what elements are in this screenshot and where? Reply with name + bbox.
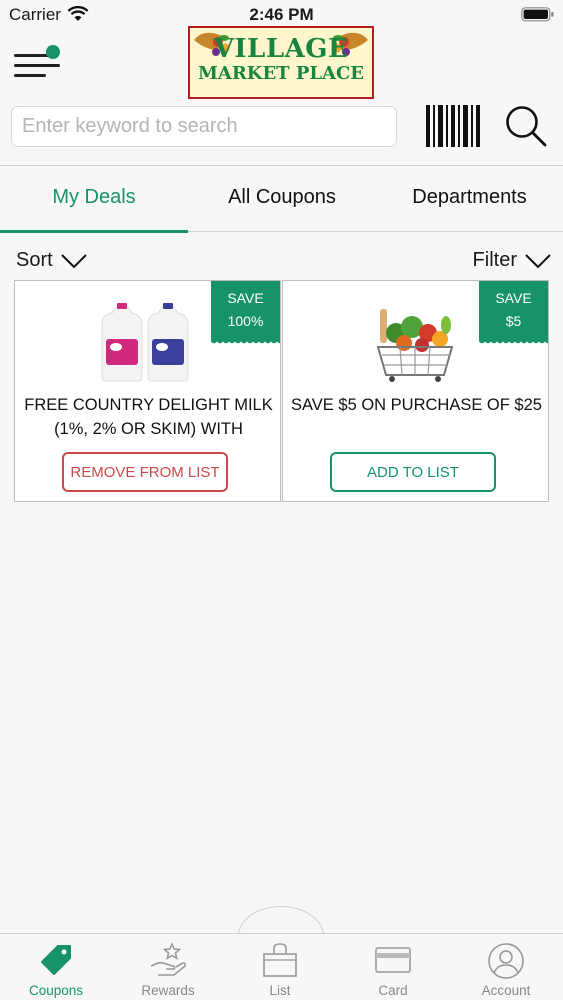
store-logo: VILLAGE MARKET PLACE xyxy=(188,26,374,99)
milk-jugs-image xyxy=(98,303,194,383)
deal-card[interactable]: SAVE $5 SAVE $5 ON PURCHASE OF $25 ADD T… xyxy=(282,280,549,502)
search-icon[interactable] xyxy=(504,104,548,148)
tab-all-coupons[interactable]: All Coupons xyxy=(188,166,376,231)
sort-label: Sort xyxy=(16,249,53,271)
save-badge-label: SAVE xyxy=(495,290,532,306)
grocery-basket-image xyxy=(366,303,462,383)
tab-my-deals[interactable]: My Deals xyxy=(0,166,188,231)
account-icon xyxy=(488,943,524,979)
logo-text-village: VILLAGE xyxy=(213,34,349,64)
nav-list[interactable]: List xyxy=(224,934,336,1000)
shopping-bag-icon xyxy=(263,943,297,977)
bottom-nav: Coupons Rewards List Card Account xyxy=(0,933,563,1000)
rewards-hand-star-icon xyxy=(150,942,187,976)
nav-label: Rewards xyxy=(141,983,195,998)
nav-label: Coupons xyxy=(28,983,84,998)
notification-dot xyxy=(46,45,60,59)
menu-icon-line xyxy=(14,64,60,67)
logo-text-market-place: MARKET PLACE xyxy=(197,63,365,84)
tab-departments[interactable]: Departments xyxy=(376,166,563,231)
save-badge-amount: 100% xyxy=(227,313,264,329)
chevron-down-icon xyxy=(525,253,551,268)
nav-coupons[interactable]: Coupons xyxy=(0,934,112,1000)
nav-label: List xyxy=(269,983,291,998)
menu-button[interactable] xyxy=(13,44,63,80)
nav-label: Card xyxy=(378,983,408,998)
save-badge: SAVE $5 xyxy=(479,281,548,346)
remove-from-list-button[interactable]: REMOVE FROM LIST xyxy=(62,452,228,492)
menu-icon-line xyxy=(14,74,46,77)
save-badge: SAVE 100% xyxy=(211,281,280,346)
card-icon xyxy=(375,947,411,973)
deals-tabs: My Deals All Coupons Departments xyxy=(0,165,563,233)
status-time: 2:46 PM xyxy=(249,5,314,24)
add-to-list-button[interactable]: ADD TO LIST xyxy=(330,452,496,492)
barcode-scan-icon[interactable] xyxy=(426,105,484,147)
deal-title: FREE COUNTRY DELIGHT MILK (1%, 2% OR SKI… xyxy=(24,396,273,438)
save-badge-amount: $5 xyxy=(505,313,522,329)
nav-rewards[interactable]: Rewards xyxy=(112,934,224,1000)
nav-account[interactable]: Account xyxy=(450,934,562,1000)
filter-button[interactable]: Filter xyxy=(473,249,551,272)
nav-card[interactable]: Card xyxy=(337,934,449,1000)
chevron-down-icon xyxy=(60,253,87,268)
deal-title: SAVE $5 ON PURCHASE OF $25 xyxy=(291,396,542,414)
save-badge-label: SAVE xyxy=(227,290,264,306)
search-input[interactable] xyxy=(11,106,397,147)
deal-card[interactable]: SAVE 100% FREE COUNTRY DELIGHT MILK (1%,… xyxy=(14,280,281,502)
filter-label: Filter xyxy=(472,249,517,271)
battery-icon xyxy=(521,7,554,22)
active-tab-indicator xyxy=(0,230,188,233)
sort-button[interactable]: Sort xyxy=(16,249,87,272)
nav-label: Account xyxy=(481,983,531,998)
tag-icon xyxy=(41,945,71,975)
